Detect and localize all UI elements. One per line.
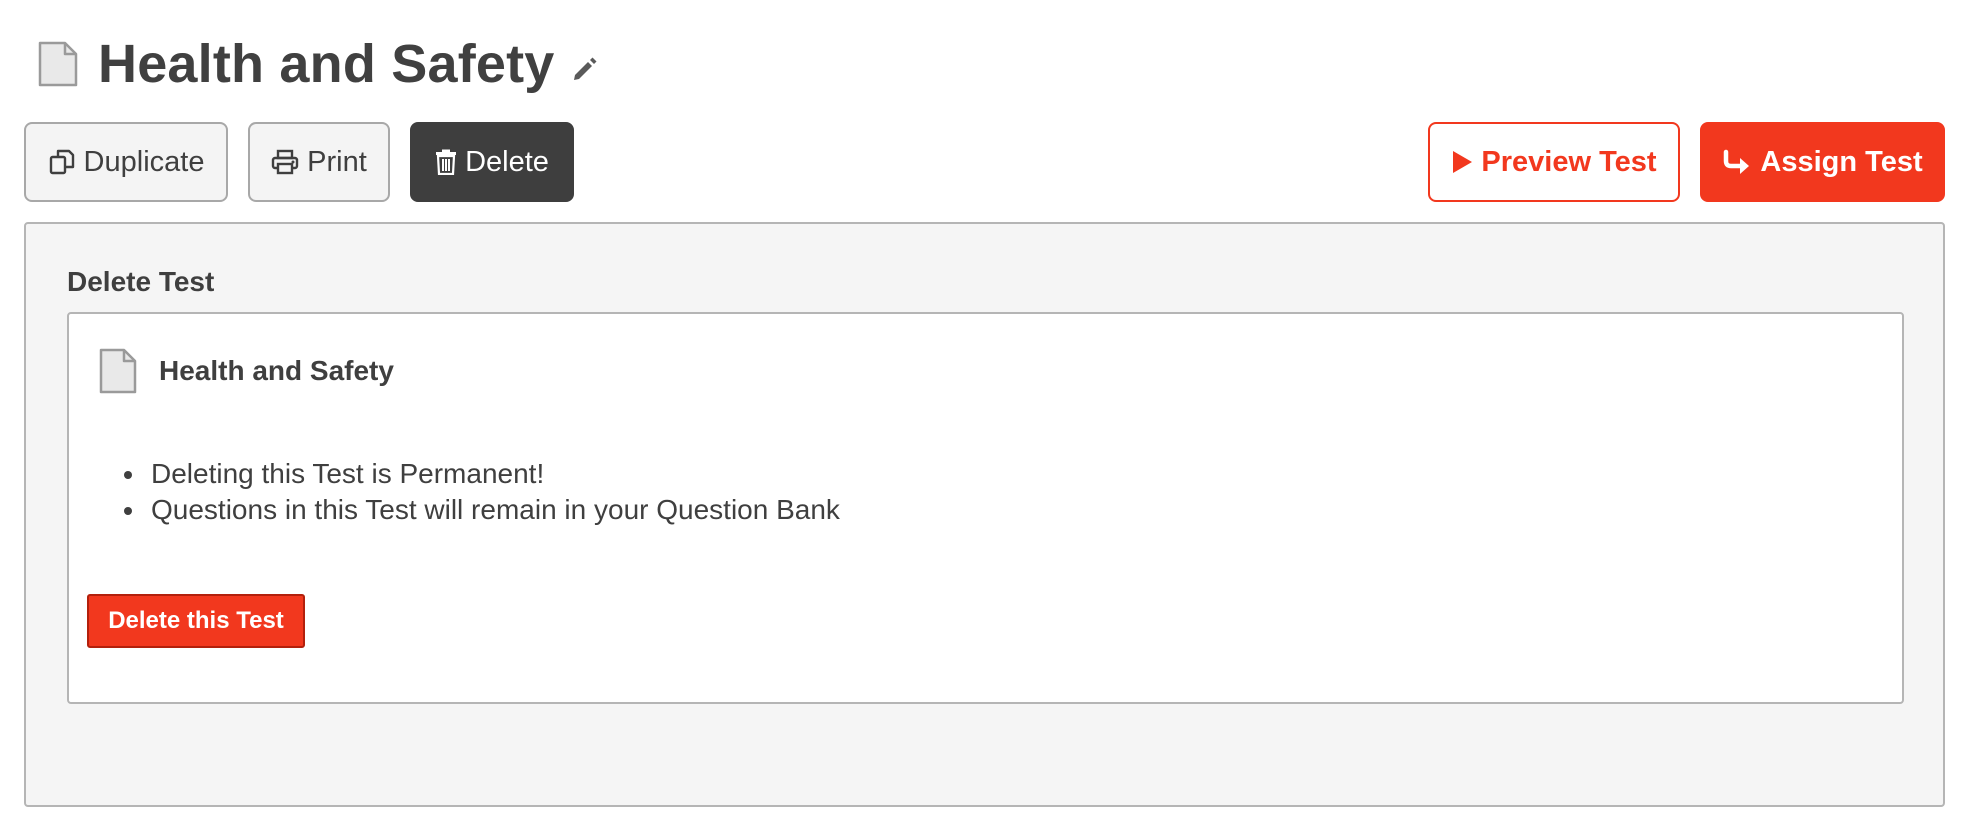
copy-icon [48, 148, 76, 176]
warning-list: Deleting this Test is Permanent! Questio… [87, 456, 840, 528]
preview-test-label: Preview Test [1481, 145, 1657, 178]
list-item: Questions in this Test will remain in yo… [147, 492, 840, 528]
trash-icon [435, 149, 457, 175]
printer-icon [271, 149, 299, 175]
preview-test-button[interactable]: Preview Test [1428, 122, 1680, 202]
document-icon [38, 41, 78, 87]
assign-test-label: Assign Test [1760, 145, 1923, 178]
assign-test-button[interactable]: Assign Test [1700, 122, 1945, 202]
delete-button[interactable]: Delete [410, 122, 574, 202]
delete-confirm-card: Health and Safety Deleting this Test is … [67, 312, 1904, 704]
delete-test-panel: Delete Test Health and Safety Deleting t… [24, 222, 1945, 807]
print-label: Print [307, 145, 367, 178]
page-title: Health and Safety [98, 34, 555, 94]
duplicate-label: Duplicate [83, 145, 205, 178]
panel-heading: Delete Test [67, 266, 215, 297]
share-arrow-icon [1722, 149, 1752, 175]
delete-label: Delete [465, 145, 549, 178]
page-header: Health and Safety [38, 30, 599, 98]
delete-this-test-button[interactable]: Delete this Test [87, 594, 305, 648]
play-icon [1451, 150, 1473, 174]
list-item: Deleting this Test is Permanent! [147, 456, 840, 492]
duplicate-button[interactable]: Duplicate [24, 122, 228, 202]
print-button[interactable]: Print [248, 122, 390, 202]
document-icon [99, 348, 137, 394]
pencil-icon[interactable] [571, 55, 599, 83]
test-summary: Health and Safety [99, 348, 394, 394]
test-name: Health and Safety [159, 355, 394, 386]
